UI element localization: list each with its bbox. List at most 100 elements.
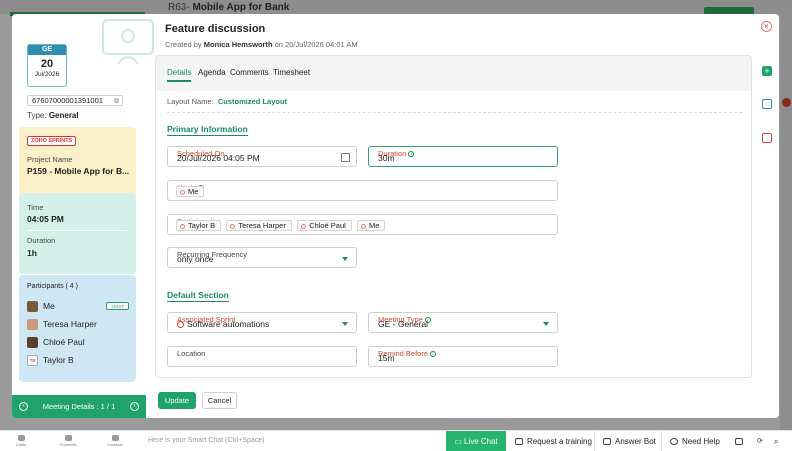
document-icon[interactable] [762,99,772,109]
location-field[interactable]: Location [167,346,357,367]
calendar-month-year: Jul/2026 [34,71,60,78]
avatar [27,301,38,313]
remind-before-field[interactable]: Remind Before i 15m [368,346,558,367]
add-icon[interactable]: + [762,66,772,76]
nav-chats[interactable]: Chats [11,435,31,447]
participant-chips: Taylor B Teresa Harper Chloé Paul Me [176,220,388,231]
avatar [27,337,38,349]
close-icon[interactable]: × [761,21,772,32]
layout-name-value: Customized Layout [217,97,288,106]
scheduled-on-field[interactable]: Scheduled On 20/Jul/2026 04:05 PM [167,146,357,167]
meeting-id-box: 67607000001391001 ⧉ [27,95,123,106]
background-project-title: R63- Mobile App for Bank [168,2,290,13]
answer-bot-button[interactable]: Answer Bot [603,431,656,451]
calendar-day: 20 [40,58,54,70]
channels-icon [64,435,72,441]
field-value: 15m [378,353,395,363]
hosts-field[interactable]: Hostsi Me [167,180,558,201]
request-training-button[interactable]: Request a training [515,431,592,451]
chevron-down-icon [342,322,348,326]
participant-row[interactable]: Me HOST [27,300,129,313]
nav-channels[interactable]: Channels [58,435,78,447]
associated-sprint-select[interactable]: Associated Sprint Software automations [167,312,357,333]
help-icon [670,438,678,446]
info-icon: i [430,351,437,358]
project-card: ZOHO SPRINTS Project Name P159 - Mobile … [19,127,136,197]
update-button[interactable]: Update [158,392,196,409]
chevron-down-icon [543,322,549,326]
remove-icon[interactable] [180,189,185,195]
duration-value: 1h [27,248,37,258]
calendar-date-card: GE 20 Jul/2026 [27,44,67,87]
tab-details[interactable]: Details [167,68,192,82]
meeting-type-summary: Type: General [27,111,79,120]
project-name-label: Project Name [27,155,73,164]
smart-chat-input[interactable]: Here is your Smart Chat (Ctrl+Space) [148,437,265,444]
time-value: 04:05 PM [27,214,64,224]
search-icon[interactable]: ⌕ [774,431,778,451]
chip[interactable]: Me [357,220,386,231]
delete-icon[interactable] [762,133,772,143]
time-card: Time 04:05 PM Duration 1h [19,193,136,274]
participants-card: Participants ( 4 ) Me HOST Teresa Harper… [19,275,136,382]
recurring-frequency-select[interactable]: Recurring Frequency only once [167,247,357,268]
field-value: GE - General [378,319,429,329]
refresh-icon[interactable]: ⟳ [757,431,763,451]
chip[interactable]: Taylor B [176,220,222,231]
live-chat-button[interactable]: ▭ Live Chat [446,431,506,451]
chat-icon [17,435,25,441]
zoho-sprints-badge: ZOHO SPRINTS [27,136,77,146]
building-icon[interactable] [735,431,747,451]
info-icon: i [408,151,415,158]
host-badge: HOST [106,302,129,310]
participant-row[interactable]: TB Taylor B [27,354,129,367]
chat-bubble-icon: ▭ [454,437,464,446]
need-help-button[interactable]: Need Help [670,431,720,451]
project-name-value[interactable]: P159 - Mobile App for B... [27,166,129,176]
details-form: Layout Name: Customized Layout Primary I… [155,91,752,378]
avatar [27,319,38,331]
cancel-button[interactable]: Cancel [202,392,237,409]
previous-icon[interactable]: ‹ [19,402,28,411]
notification-dot [782,98,791,107]
training-icon [515,438,523,446]
meeting-type-select[interactable]: Meeting Type i GE - General [368,312,558,333]
copy-icon[interactable]: ⧉ [114,97,119,106]
field-value: 30m [378,153,395,163]
created-by-info: Created by Monica Hemsworth on 20/Jul/20… [165,40,358,49]
meeting-id: 67607000001391001 [32,96,103,105]
calendar-icon[interactable] [341,153,350,162]
background-right-rail [780,14,792,430]
chip[interactable]: Me [176,186,205,197]
participant-row[interactable]: Teresa Harper [27,318,129,331]
divider [661,431,662,451]
remove-icon[interactable] [361,223,367,229]
participant-row[interactable]: Chloé Paul [27,336,129,349]
nav-contacts[interactable]: Contacts [105,435,125,447]
chip[interactable]: Teresa Harper [226,220,292,231]
tab-agenda[interactable]: Agenda [198,68,226,77]
divider [167,112,742,113]
bottom-bar: Chats Channels Contacts Here is your Sma… [0,430,792,451]
meeting-details-footer: ‹ Meeting Details : 1 / 1 › [12,395,146,418]
tab-timesheet[interactable]: Timesheet [273,68,310,77]
host-chips: Me [176,186,207,197]
tab-bar: Details Agenda Comments Timesheet [155,55,752,91]
remove-icon[interactable] [230,223,236,229]
meeting-details-count: Meeting Details : 1 / 1 [42,402,116,411]
meeting-illustration-icon [102,19,154,65]
participants-field[interactable]: Participants Taylor B Teresa Harper Chlo… [167,214,558,235]
calendar-weekday: GE [28,45,66,55]
tab-comments[interactable]: Comments [230,68,269,77]
remove-icon[interactable] [180,223,185,229]
next-icon[interactable]: › [130,402,139,411]
sprint-icon [177,321,184,329]
section-default: Default Section [167,290,229,302]
duration-field[interactable]: Duration i 30m [368,146,558,167]
bot-icon [603,438,611,446]
meeting-summary-panel: GE 20 Jul/2026 67607000001391001 ⧉ Type:… [12,14,146,418]
time-label: Time [27,203,44,212]
divider [27,230,127,231]
remove-icon[interactable] [301,223,307,229]
chip[interactable]: Chloé Paul [297,220,352,231]
